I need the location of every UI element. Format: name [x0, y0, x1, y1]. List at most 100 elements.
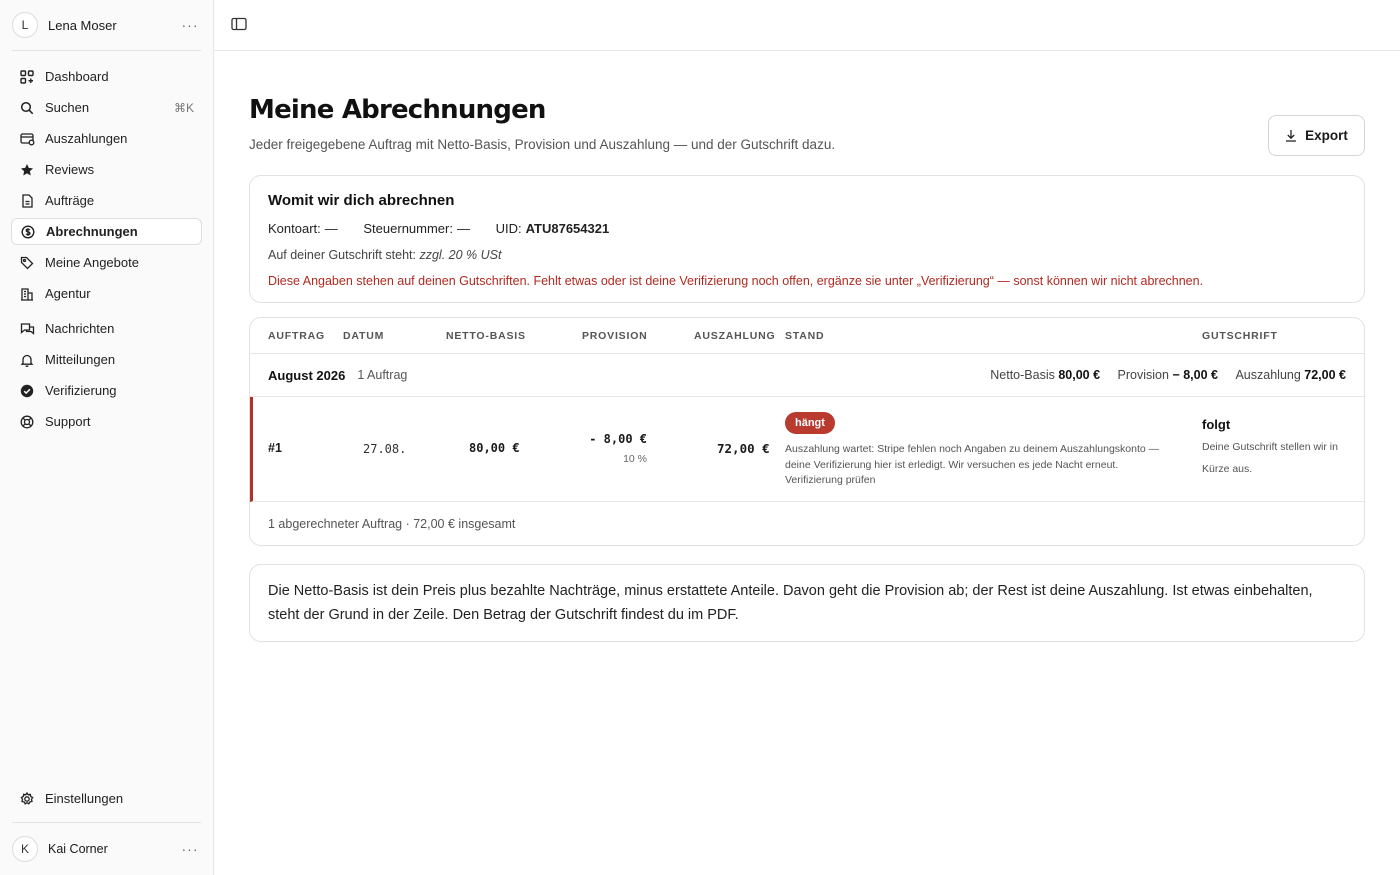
sidebar-item-label: Agentur	[45, 286, 91, 301]
group-netto-label: Netto-Basis	[990, 368, 1055, 382]
row-status: hängt Auszahlung wartet: Stripe fehlen n…	[785, 412, 1185, 489]
steuernummer: Steuernummer: —	[363, 221, 470, 236]
document-icon	[19, 193, 35, 209]
sidebar-item-label: Auszahlungen	[45, 131, 128, 146]
sidebar-item-billing[interactable]: Abrechnungen	[11, 218, 202, 245]
sidebar-item-support[interactable]: Support	[11, 408, 202, 435]
export-label: Export	[1305, 128, 1348, 143]
sidebar-item-dashboard[interactable]: Dashboard	[11, 63, 202, 90]
month-group-header: August 2026 1 Auftrag Netto-Basis 80,00 …	[250, 354, 1364, 397]
avatar: K	[12, 836, 38, 862]
group-auszahlung: Auszahlung 72,00 €	[1235, 368, 1346, 382]
user-name: Kai Corner	[48, 842, 108, 856]
row-provision: - 8,00 €	[589, 432, 647, 446]
avatar: L	[12, 12, 38, 38]
steuernummer-label: Steuernummer:	[363, 221, 453, 236]
sidebar-item-notifications[interactable]: Mitteilungen	[11, 346, 202, 373]
export-button[interactable]: Export	[1268, 115, 1365, 156]
gutschrift-note: Deine Gutschrift stellen wir in Kürze au…	[1202, 441, 1338, 475]
more-icon[interactable]: ···	[179, 841, 201, 857]
sidebar-item-label: Support	[45, 414, 91, 429]
sidebar-item-label: Meine Angebote	[45, 255, 139, 270]
group-provision-value: − 8,00 €	[1172, 368, 1218, 382]
row-netto: 80,00 €	[469, 441, 520, 455]
page-subtitle: Jeder freigegebene Auftrag mit Netto-Bas…	[249, 137, 836, 152]
gear-icon	[19, 791, 35, 807]
col-header-stand: STAND	[785, 329, 825, 342]
sidebar-item-agency[interactable]: Agentur	[11, 280, 202, 307]
table-header: AUFTRAG DATUM NETTO-BASIS PROVISION AUSZ…	[250, 318, 1364, 354]
chat-icon	[19, 321, 35, 337]
sidebar-nav: Dashboard Suchen ⌘K Auszahlungen Reviews…	[0, 51, 213, 439]
sidebar-item-payouts[interactable]: Auszahlungen	[11, 125, 202, 152]
row-payout: 72,00 €	[717, 441, 770, 456]
billing-table: AUFTRAG DATUM NETTO-BASIS PROVISION AUSZ…	[249, 317, 1365, 546]
building-icon	[19, 286, 35, 302]
kontoart: Kontoart: —	[268, 221, 338, 236]
group-provision: Provision − 8,00 €	[1118, 368, 1218, 382]
gutschrift-tax-value: zzgl. 20 % USt	[419, 248, 502, 262]
uid-label: UID:	[495, 221, 522, 236]
col-header-gutschrift: GUTSCHRIFT	[1202, 329, 1278, 342]
uid-value: ATU87654321	[525, 221, 610, 236]
sidebar-item-orders[interactable]: Aufträge	[11, 187, 202, 214]
sidebar-item-offers[interactable]: Meine Angebote	[11, 249, 202, 276]
row-provision-rate: 10 %	[623, 453, 647, 465]
status-text: Auszahlung wartet: Stripe fehlen noch An…	[785, 443, 1160, 471]
kontoart-value: —	[324, 221, 338, 236]
kontoart-label: Kontoart:	[268, 221, 321, 236]
sidebar-item-label: Suchen	[45, 100, 90, 115]
col-header-provision: PROVISION	[582, 329, 648, 342]
table-footer: 1 abgerechneter Auftrag · 72,00 € insges…	[268, 516, 516, 531]
sidebar-item-verification[interactable]: Verifizierung	[11, 377, 202, 404]
group-netto: Netto-Basis 80,00 €	[990, 368, 1100, 382]
sidebar-item-label: Einstellungen	[45, 791, 124, 806]
sidebar-toggle-icon[interactable]	[231, 17, 247, 34]
sidebar-item-label: Verifizierung	[45, 383, 117, 398]
check-circle-icon	[19, 383, 35, 399]
billing-title: Womit wir dich abrechnen	[268, 192, 455, 209]
account-switcher[interactable]: L Lena Moser ···	[0, 0, 213, 50]
user-menu[interactable]: K Kai Corner ···	[0, 823, 213, 875]
steuernummer-value: —	[456, 221, 470, 236]
topbar	[214, 0, 1400, 51]
sidebar-item-search[interactable]: Suchen ⌘K	[11, 94, 202, 121]
lifebuoy-icon	[19, 414, 35, 430]
table-row[interactable]: #1 27.08. 80,00 € - 8,00 € 10 % 72,00 € …	[250, 397, 1364, 502]
gutschrift-tax-label: Auf deiner Gutschrift steht:	[268, 248, 416, 262]
billing-info-card: Womit wir dich abrechnen Kontoart: — Steu…	[249, 175, 1365, 303]
group-sums: Netto-Basis 80,00 € Provision − 8,00 € A…	[976, 368, 1346, 382]
bell-icon	[19, 352, 35, 368]
sidebar: L Lena Moser ··· Dashboard Suchen ⌘K Aus…	[0, 0, 214, 875]
col-header-netto: NETTO-BASIS	[446, 329, 526, 342]
download-icon	[1285, 129, 1297, 142]
dollar-circle-icon	[20, 224, 36, 240]
group-count: 1 Auftrag	[357, 368, 408, 382]
verification-link[interactable]: Verifizierung prüfen	[785, 474, 875, 486]
tag-icon	[19, 255, 35, 271]
group-auszahlung-value: 72,00 €	[1304, 368, 1346, 382]
explanation-note: Die Netto-Basis ist dein Preis plus beza…	[249, 564, 1365, 642]
page-content: Meine Abrechnungen Jeder freigegebene Au…	[214, 51, 1400, 642]
group-title: August 2026	[268, 367, 346, 383]
group-auszahlung-label: Auszahlung	[1235, 368, 1301, 382]
row-gutschrift: folgt Deine Gutschrift stellen wir in Kü…	[1202, 417, 1352, 480]
star-icon	[19, 162, 35, 178]
account-name: Lena Moser	[48, 17, 117, 33]
shortcut-hint: ⌘K	[173, 100, 194, 115]
payout-icon	[19, 131, 35, 147]
gutschrift-tax-line: Auf deiner Gutschrift steht: zzgl. 20 % …	[268, 248, 1346, 262]
more-icon[interactable]: ···	[179, 17, 201, 33]
sidebar-item-label: Dashboard	[45, 69, 109, 84]
page-title: Meine Abrechnungen	[249, 95, 546, 125]
sidebar-item-settings[interactable]: Einstellungen	[11, 785, 202, 812]
sidebar-item-label: Aufträge	[45, 193, 95, 208]
row-date: 27.08.	[363, 442, 407, 456]
group-provision-label: Provision	[1117, 368, 1169, 382]
group-netto-value: 80,00 €	[1058, 368, 1101, 382]
sidebar-item-messages[interactable]: Nachrichten	[11, 315, 202, 342]
col-header-auszahlung: AUSZAHLUNG	[694, 329, 776, 342]
sidebar-item-reviews[interactable]: Reviews	[11, 156, 202, 183]
billing-warning: Diese Angaben stehen auf deinen Gutschri…	[268, 274, 1204, 288]
dashboard-icon	[19, 69, 35, 85]
